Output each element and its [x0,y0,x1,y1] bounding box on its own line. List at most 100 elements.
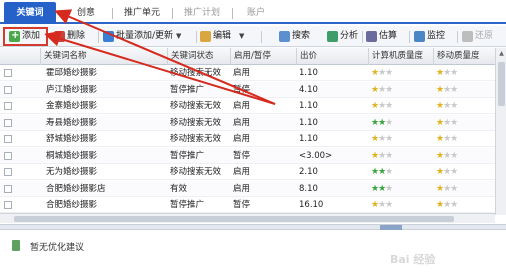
bid-cell: <3.00> [299,150,333,161]
keyword-name-cell: 金寨婚纱摄影 [46,101,98,111]
batch-button-label: 批量添加/更新 [116,31,174,41]
bid-cell: 1.10 [299,68,318,78]
star-icon: ★ [450,134,458,144]
star-icon: ★ [385,117,393,128]
header-keyword-status[interactable]: 关键词状态 [167,48,230,65]
vertical-scrollbar[interactable]: ▲ [495,48,506,215]
star-icon: ★ [450,84,458,95]
mobile-quality-stars: ★★★ [436,82,458,98]
pc-quality-stars: ★★★ [371,115,393,131]
row-checkbox[interactable] [4,168,12,176]
tab-ad-group[interactable]: 推广单元 [116,4,168,22]
mobile-quality-stars: ★★★ [436,164,458,180]
tab-account[interactable]: 账户 [236,4,276,22]
keyword-name-cell: 无为婚纱摄影 [46,167,98,177]
keyword-status-cell: 移动搜索无效 [170,117,222,128]
row-checkbox[interactable] [4,69,12,77]
star-icon: ★ [385,101,393,111]
keyword-table: 关键词名称 关键词状态 启用/暂停 出价 计算机质量度 移动质量度 霍邱婚纱摄影… [0,48,506,215]
delete-button[interactable]: 删除 [54,29,85,44]
mobile-quality-stars: ★★★ [436,148,458,164]
pc-quality-stars: ★★★ [371,164,393,180]
header-enable-pause[interactable]: 启用/暂停 [230,48,296,65]
mobile-quality-stars: ★★★ [436,115,458,131]
row-checkbox[interactable] [4,151,12,160]
keyword-status-cell: 移动搜索无效 [170,101,222,111]
table-body: 霍邱婚纱摄影 移动搜索无效 启用 1.10 ★★★ ★★★ 庐江婚纱摄影 暂停推广 暂停 4.10… [0,65,506,215]
row-checkbox[interactable] [4,184,12,193]
bulb-icon [12,240,20,251]
keyword-name-cell: 桐城婚纱摄影 [46,150,98,161]
toolbar-divider [457,31,458,43]
pc-quality-stars: ★★★ [371,98,393,114]
row-checkbox[interactable] [4,85,12,94]
tab-campaign[interactable]: 推广计划 [176,4,228,22]
keyword-name-cell: 合肥婚纱摄影店 [46,183,106,194]
row-checkbox[interactable] [4,135,12,143]
keyword-status-cell: 移动搜索无效 [170,134,222,144]
analyze-button[interactable]: 分析 [327,29,358,44]
table-row[interactable]: 庐江婚纱摄影 暂停推广 暂停 4.10 ★★★ ★★★ [0,81,506,98]
mobile-quality-stars: ★★★ [436,197,458,213]
keyword-status-cell: 暂停推广 [170,150,205,161]
horizontal-scrollbar[interactable] [0,213,495,223]
mobile-quality-stars: ★★★ [436,181,458,197]
restore-button-label: 还原 [475,31,494,41]
header-mobile-quality[interactable]: 移动质量度 [433,48,495,65]
enable-status-cell: 启用 [233,68,251,78]
splitter-grip[interactable] [380,225,402,230]
tab-divider [172,8,173,19]
panel-splitter[interactable] [0,224,506,230]
pc-quality-stars: ★★★ [371,82,393,98]
star-icon: ★ [385,150,393,161]
pc-quality-stars: ★★★ [371,131,393,147]
estimate-icon [366,31,377,42]
table-row[interactable]: 合肥婚纱摄影 暂停推广 暂停 16.10 ★★★ ★★★ [0,197,506,213]
keyword-name-cell: 舒城婚纱摄影 [46,134,98,144]
add-button-highlight [3,27,48,46]
table-row[interactable]: 无为婚纱摄影 移动搜索无效 启用 2.10 ★★★ ★★★ [0,164,506,180]
table-row[interactable]: 霍邱婚纱摄影 移动搜索无效 启用 1.10 ★★★ ★★★ [0,65,506,81]
search-button[interactable]: 搜索 [279,29,310,44]
keyword-status-cell: 有效 [170,183,188,194]
header-bid[interactable]: 出价 [296,48,368,65]
chevron-down-icon[interactable]: ▼ [176,29,181,44]
row-checkbox[interactable] [4,102,12,110]
scroll-thumb[interactable] [498,62,505,106]
toolbar-divider [362,31,363,43]
bid-cell: 8.10 [299,183,318,194]
restore-button[interactable]: 还原 [462,29,493,44]
header-checkbox-column[interactable] [0,48,40,65]
search-icon [279,31,290,42]
bid-cell: 2.10 [299,167,318,177]
keyword-name-cell: 寿县婚纱摄影 [46,117,98,128]
scroll-thumb[interactable] [14,216,454,222]
enable-status-cell: 启用 [233,134,251,144]
table-row[interactable]: 金寨婚纱摄影 移动搜索无效 启用 1.10 ★★★ ★★★ [0,98,506,114]
estimate-button[interactable]: 估算 [366,29,397,44]
star-icon: ★ [385,68,393,78]
row-checkbox[interactable] [4,201,12,209]
enable-status-cell: 暂停 [233,150,251,161]
star-icon: ★ [450,200,458,210]
bid-cell: 16.10 [299,200,324,210]
table-row[interactable]: 寿县婚纱摄影 移动搜索无效 启用 1.10 ★★★ ★★★ [0,114,506,131]
mobile-quality-stars: ★★★ [436,98,458,114]
header-pc-quality[interactable]: 计算机质量度 [368,48,433,65]
edit-button[interactable]: 编辑 ▼ [200,29,244,44]
pc-quality-stars: ★★★ [371,148,393,164]
batch-add-update-button[interactable]: 批量添加/更新 ▼ [103,29,181,44]
tab-creative[interactable]: 创意 [64,4,108,22]
header-keyword-name[interactable]: 关键词名称 [40,48,167,65]
star-icon: ★ [450,68,458,78]
monitor-button[interactable]: 监控 [414,29,445,44]
table-row[interactable]: 舒城婚纱摄影 移动搜索无效 启用 1.10 ★★★ ★★★ [0,131,506,147]
chevron-down-icon[interactable]: ▼ [239,29,244,44]
table-row[interactable]: 桐城婚纱摄影 暂停推广 暂停 <3.00> ★★★ ★★★ [0,147,506,164]
row-checkbox[interactable] [4,118,12,127]
scroll-up-icon[interactable]: ▲ [498,50,505,57]
table-row[interactable]: 合肥婚纱摄影店 有效 启用 8.10 ★★★ ★★★ [0,180,506,197]
delete-icon [54,31,65,42]
toolbar-divider [98,31,99,43]
tab-keywords[interactable]: 关键词 [4,2,56,24]
